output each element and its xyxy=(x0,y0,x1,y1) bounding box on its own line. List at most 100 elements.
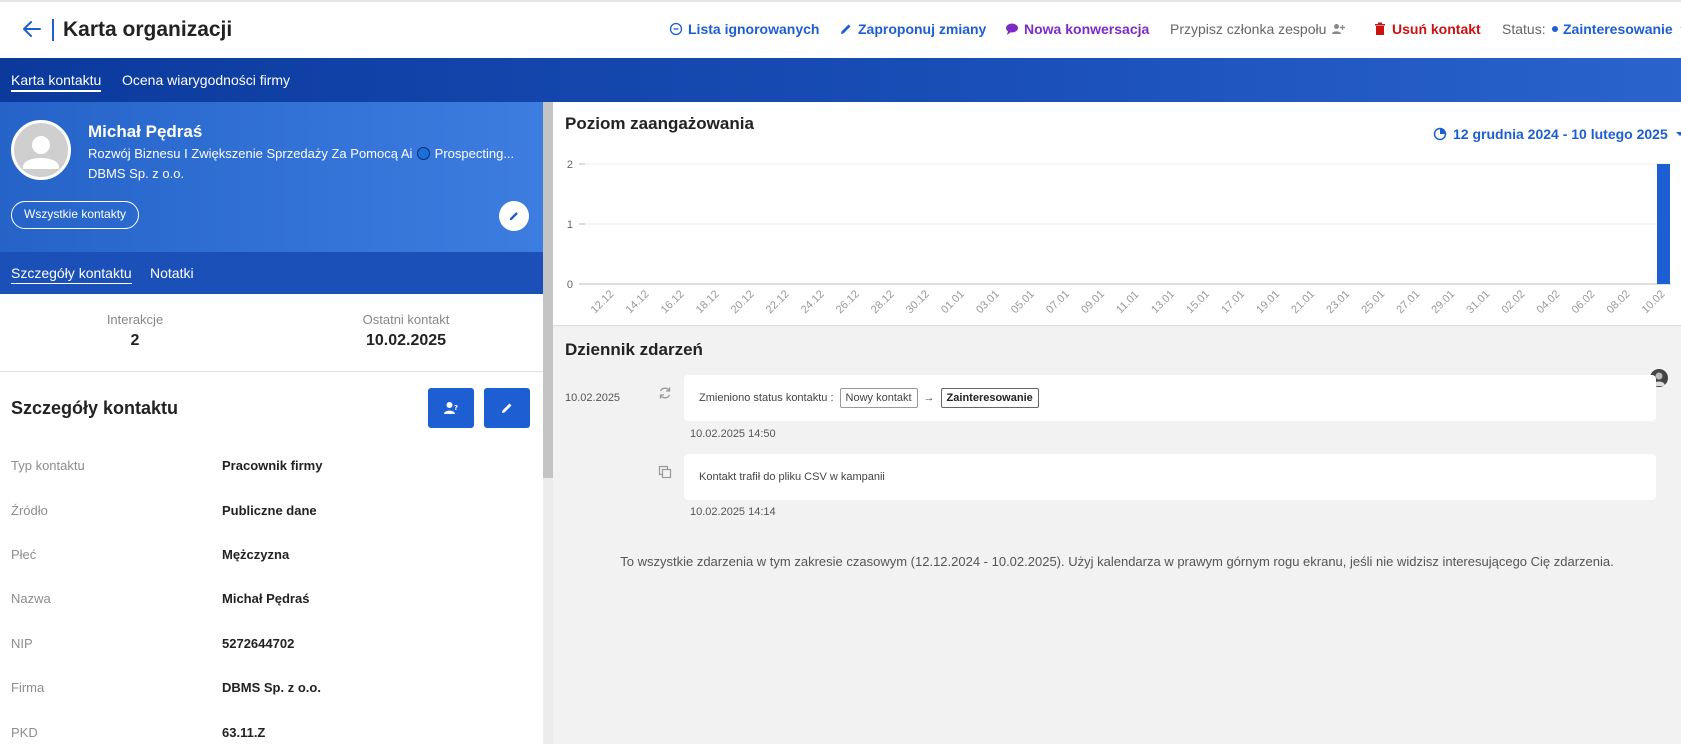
detail-label: Nazwa xyxy=(11,591,51,606)
detail-value: Mężczyzna xyxy=(222,547,290,562)
propose-changes-label: Zaproponuj zmiany xyxy=(858,21,987,37)
pencil-icon xyxy=(502,403,512,413)
headline-end: Prospecting... xyxy=(434,146,515,161)
detail-row-gender: Płeć Mężczyzna xyxy=(0,547,543,567)
edit-profile-button[interactable] xyxy=(499,201,529,231)
journal-date: 10.02.2025 xyxy=(565,392,621,404)
svg-text:?: ? xyxy=(454,404,458,412)
tab-notes[interactable]: Notatki xyxy=(150,265,194,281)
back-arrow-icon[interactable] xyxy=(20,17,44,41)
event-time: 10.02.2025 14:14 xyxy=(690,506,776,518)
assign-team-member-label: Przypisz członka zespołu xyxy=(1170,21,1327,37)
chart-x-tick-label: 05.01 xyxy=(1009,288,1037,316)
detail-value: 5272644702 xyxy=(222,636,295,651)
chart-x-tick-label: 16.12 xyxy=(659,288,687,316)
status-label: Status: xyxy=(1502,21,1546,37)
detail-row-pkd: PKD 63.11.Z xyxy=(0,725,543,744)
chat-bubble-icon xyxy=(1006,23,1018,35)
interactions-label: Interakcje xyxy=(106,312,164,327)
journal-title: Dziennik zdarzeń xyxy=(565,340,703,359)
detail-row-contact-type: Typ kontaktu Pracownik firmy xyxy=(0,458,543,478)
chart-x-tick-label: 19.01 xyxy=(1254,288,1282,316)
new-conversation-button[interactable]: Nowa konwersacja xyxy=(1005,21,1149,37)
chart-x-tick-label: 04.02 xyxy=(1535,288,1563,316)
engagement-section: Poziom zaangażowania 12 grudnia 2024 - 1… xyxy=(553,102,1681,326)
propose-changes-button[interactable]: Zaproponuj zmiany xyxy=(839,21,986,37)
chart-x-tick-label: 18.12 xyxy=(694,288,722,316)
last-contact-label: Ostatni kontakt xyxy=(362,312,450,327)
chart-x-tick-label: 23.01 xyxy=(1324,288,1352,316)
chart-y-tick-label: 1 xyxy=(567,219,573,231)
journal-event-card: Zmieniono status kontaktu : Nowy kontakt… xyxy=(684,375,1656,421)
interactions-value: 2 xyxy=(130,332,140,349)
chart-x-tick-label: 08.02 xyxy=(1605,288,1633,316)
detail-value: Pracownik firmy xyxy=(222,458,323,473)
event-time: 10.02.2025 14:50 xyxy=(690,428,776,440)
chart-x-tick-label: 12.12 xyxy=(589,288,617,316)
engagement-chart: 0 1 2 12.12 14.12 16.12 18.12 20.12 22.12 24.12 26… xyxy=(567,159,1671,316)
last-contact-value: 10.02.2025 xyxy=(365,332,447,349)
user-question-icon: ? xyxy=(444,402,458,414)
detail-value: Michał Pędraś xyxy=(222,591,310,606)
chart-x-tick-label: 06.02 xyxy=(1570,288,1598,316)
chart-x-tick-label: 14.12 xyxy=(624,288,652,316)
detail-label: Firma xyxy=(11,680,45,695)
tab-company-credibility[interactable]: Ocena wiarygodności firmy xyxy=(122,72,290,88)
details-title: Szczegóły kontaktu xyxy=(11,398,179,418)
detail-value: Publiczne dane xyxy=(222,503,317,518)
chart-x-tick-label: 09.01 xyxy=(1079,288,1107,316)
chart-x-tick-label: 10.02 xyxy=(1640,288,1668,316)
event-text: Kontakt trafił do pliku CSV w kampanii xyxy=(699,471,885,483)
chart-x-tick-label: 31.01 xyxy=(1464,288,1492,316)
panel-scrollbar-thumb[interactable] xyxy=(543,102,553,478)
detail-row-company: Firma DBMS Sp. z o.o. xyxy=(0,680,543,700)
status-to-tag: Zainteresowanie xyxy=(940,388,1039,408)
avatar xyxy=(11,120,71,180)
detail-label: Źródło xyxy=(11,503,48,518)
add-user-icon xyxy=(1332,24,1346,34)
chart-x-tick-label: 03.01 xyxy=(974,288,1002,316)
new-conversation-label: Nowa konwersacja xyxy=(1024,21,1150,37)
user-silhouette-icon xyxy=(23,136,59,169)
chart-x-tick-label: 27.01 xyxy=(1394,288,1422,316)
status-from-tag: Nowy kontakt xyxy=(839,388,918,408)
status-dropdown[interactable]: Zainteresowanie xyxy=(1552,21,1681,37)
chart-x-tick-label: 11.01 xyxy=(1114,289,1141,316)
detail-value: 63.11.Z xyxy=(222,725,266,740)
chart-x-tick-label: 07.01 xyxy=(1044,288,1072,316)
delete-contact-button[interactable]: Usuń kontakt xyxy=(1373,21,1481,37)
chart-x-tick-label: 22.12 xyxy=(764,288,792,316)
page-title: Karta organizacji xyxy=(63,18,233,41)
chart-y-tick-label: 0 xyxy=(567,279,573,291)
delete-contact-label: Usuń kontakt xyxy=(1392,21,1481,37)
edit-details-button[interactable] xyxy=(484,388,530,428)
ignored-list-label: Lista ignorowanych xyxy=(688,21,820,37)
identify-contact-button[interactable]: ? xyxy=(428,388,474,428)
contact-company: DBMS Sp. z o.o. xyxy=(88,166,185,181)
tab-contact-card[interactable]: Karta kontaktu xyxy=(11,72,102,92)
headline-start: Rozwój Biznesu I Zwiększenie Sprzedaży Z… xyxy=(88,146,413,161)
chart-y-tick-label: 2 xyxy=(567,159,573,171)
detail-row-source: Źródło Publiczne dane xyxy=(0,503,543,523)
pencil-icon xyxy=(509,212,518,221)
assign-team-member-button[interactable]: Przypisz członka zespołu xyxy=(1170,21,1346,37)
profile-subtabs: Szczegóły kontaktu Notatki xyxy=(0,252,543,294)
tab-contact-details[interactable]: Szczegóły kontaktu xyxy=(11,265,132,284)
journal-footer-note: To wszystkie zdarzenia w tym zakresie cz… xyxy=(620,554,1614,569)
arrow-icon: → xyxy=(923,392,935,404)
contact-headline: Rozwój Biznesu I Zwiększenie Sprzedaży Z… xyxy=(88,146,514,161)
ignored-list-button[interactable]: Lista ignorowanych xyxy=(669,21,819,37)
chart-x-tick-label: 17.01 xyxy=(1219,288,1247,316)
detail-label: PKD xyxy=(11,725,38,740)
profile-header: Michał Pędraś Rozwój Biznesu I Zwiększen… xyxy=(0,102,543,294)
detail-label: Płeć xyxy=(11,547,37,562)
chart-x-tick-label: 26.12 xyxy=(834,288,862,316)
chart-x-tick-label: 30.12 xyxy=(904,288,932,316)
event-text: Zmieniono status kontaktu : xyxy=(699,392,834,404)
chart-x-tick-label: 29.01 xyxy=(1429,288,1457,316)
blue-circle-emoji-icon xyxy=(417,147,431,160)
all-contacts-button[interactable]: Wszystkie kontakty xyxy=(11,201,140,229)
detail-label: NIP xyxy=(11,636,33,651)
journal-event-card: Kontakt trafił do pliku CSV w kampanii xyxy=(684,454,1656,500)
status-dot-icon xyxy=(1552,26,1558,32)
